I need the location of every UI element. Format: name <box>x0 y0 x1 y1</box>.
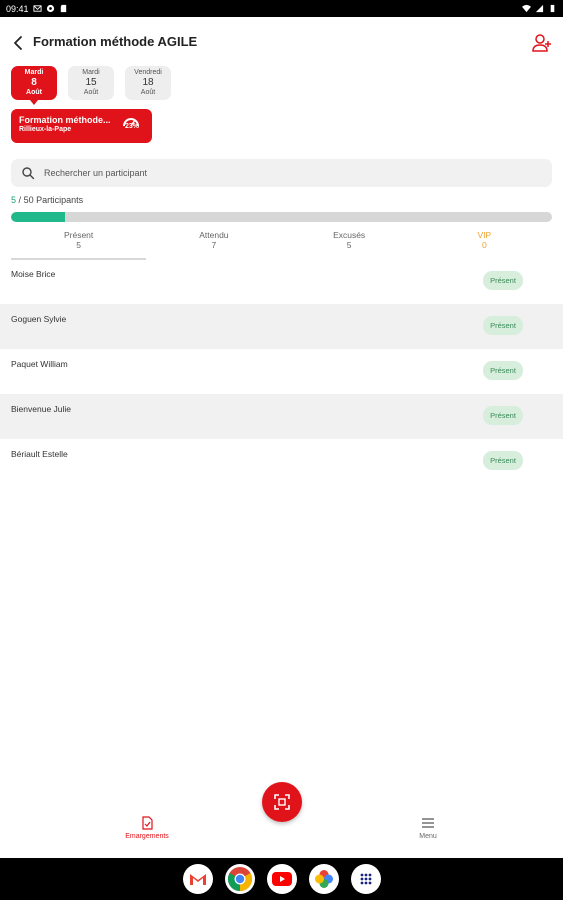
count-separator: / <box>18 195 22 205</box>
list-item[interactable]: Paquet William Présent <box>0 349 563 394</box>
attendance-progress-bar <box>11 212 552 222</box>
date-day: 15 <box>85 77 97 89</box>
nav-emargements[interactable]: Emargements <box>107 816 187 840</box>
date-weekday: Mardi <box>24 69 44 77</box>
present-count: 5 <box>11 195 17 205</box>
session-percent: 23% <box>124 123 139 130</box>
date-month: Août <box>83 88 99 96</box>
tab-count: 0 <box>482 240 487 251</box>
status-badge[interactable]: Présent <box>483 316 523 335</box>
nav-menu[interactable]: Menu <box>388 816 468 840</box>
search-input[interactable] <box>44 168 524 178</box>
scan-button[interactable] <box>262 782 302 822</box>
participant-name: Goguen Sylvie <box>11 314 67 324</box>
total-count: 50 <box>23 195 34 205</box>
document-check-icon <box>142 816 153 830</box>
tab-excuses[interactable]: Excusés 5 <box>282 230 417 260</box>
list-item[interactable]: Moise Brice Présent <box>0 259 563 304</box>
tab-label: Attendu <box>199 230 229 240</box>
gmail-notification-icon <box>32 5 42 12</box>
system-taskbar <box>0 858 563 900</box>
search-bar <box>11 159 552 187</box>
date-day: 8 <box>31 77 37 89</box>
chrome-icon[interactable] <box>224 864 255 894</box>
tab-count: 5 <box>76 240 81 251</box>
page-title: Formation méthode AGILE <box>33 34 198 49</box>
date-weekday: Mardi <box>82 69 100 77</box>
menu-icon <box>422 818 434 828</box>
search-icon <box>22 167 35 180</box>
photos-icon[interactable] <box>308 864 339 894</box>
add-participant-icon[interactable] <box>531 32 553 54</box>
qr-scan-icon <box>274 794 290 810</box>
status-badge[interactable]: Présent <box>483 361 523 380</box>
status-badge[interactable]: Présent <box>483 271 523 290</box>
sd-card-icon <box>60 4 66 13</box>
tab-vip[interactable]: VIP 0 <box>417 230 552 260</box>
count-label: Participants <box>36 195 84 205</box>
date-selector: Mardi 8 Août Mardi 15 Août Vendredi 18 A… <box>11 66 171 105</box>
participant-name: Bériault Estelle <box>11 449 68 459</box>
participant-name: Moise Brice <box>11 269 56 279</box>
app-drawer-icon[interactable] <box>350 864 381 894</box>
session-card[interactable]: Formation méthode... Rillieux-la-Pape 23… <box>11 109 152 143</box>
app-screen: 09:41 Formation méthode AGILE Mardi 8 Ao… <box>0 0 563 900</box>
nav-label: Emargements <box>125 833 169 840</box>
status-badge[interactable]: Présent <box>483 451 523 470</box>
nav-label: Menu <box>419 833 437 840</box>
date-weekday: Vendredi <box>134 69 162 77</box>
status-badge[interactable]: Présent <box>483 406 523 425</box>
status-tabs: Présent 5 Attendu 7 Excusés 5 VIP 0 <box>11 230 552 260</box>
list-item[interactable]: Bériault Estelle Présent <box>0 439 563 484</box>
app-header: Formation méthode AGILE <box>0 28 563 58</box>
status-time: 09:41 <box>6 3 29 14</box>
participant-count: 5 / 50 Participants <box>11 195 83 205</box>
list-item[interactable]: Goguen Sylvie Présent <box>0 304 563 349</box>
tab-label: Excusés <box>333 230 366 240</box>
tab-label: VIP <box>477 230 492 240</box>
tab-label: Présent <box>63 230 94 240</box>
status-bar: 09:41 <box>0 0 563 17</box>
wifi-icon <box>522 4 531 13</box>
date-chip-1[interactable]: Mardi 15 Août <box>68 66 114 100</box>
participant-name: Paquet William <box>11 359 68 369</box>
date-day: 18 <box>142 77 154 89</box>
back-arrow-icon[interactable] <box>10 34 28 52</box>
date-month: Août <box>26 88 42 96</box>
list-item[interactable]: Bienvenue Julie Présent <box>0 394 563 439</box>
tab-present[interactable]: Présent 5 <box>11 230 147 260</box>
settings-notification-icon <box>46 4 54 13</box>
battery-icon <box>550 4 555 13</box>
participant-name: Bienvenue Julie <box>11 404 72 414</box>
signal-icon <box>535 4 544 13</box>
attendance-progress-fill <box>11 212 66 222</box>
date-chip-2[interactable]: Vendredi 18 Août <box>125 66 171 100</box>
tab-attendu[interactable]: Attendu 7 <box>146 230 281 260</box>
tab-count: 7 <box>211 240 217 251</box>
youtube-icon[interactable] <box>266 864 297 894</box>
tab-count: 5 <box>346 240 352 251</box>
gmail-icon[interactable] <box>182 864 213 894</box>
date-chip-0[interactable]: Mardi 8 Août <box>11 66 57 105</box>
date-month: Août <box>140 88 156 96</box>
participant-list: Moise Brice Présent Goguen Sylvie Présen… <box>0 259 563 484</box>
